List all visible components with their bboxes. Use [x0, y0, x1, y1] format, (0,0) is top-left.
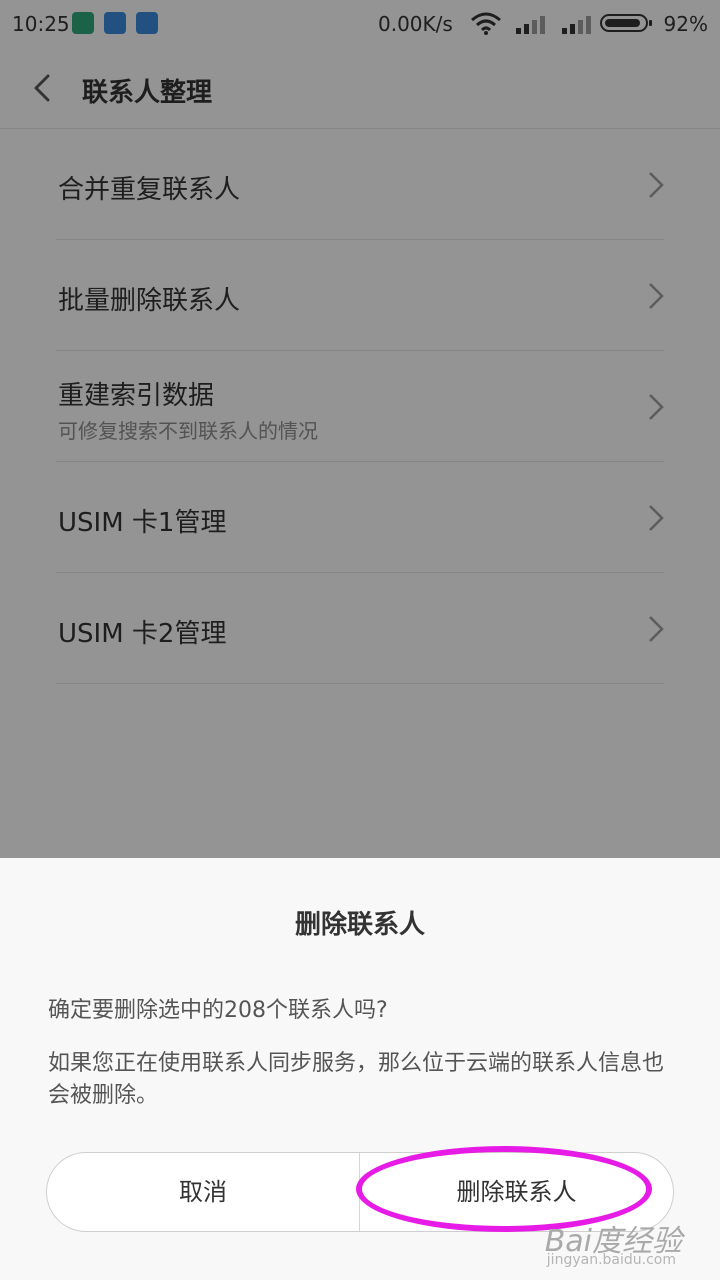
watermark-url: jingyan.baidu.com [546, 1252, 676, 1268]
dialog-note: 如果您正在使用联系人同步服务，那么位于云端的联系人信息也会被删除。 [48, 1051, 665, 1108]
cancel-button[interactable]: 取消 [47, 1153, 359, 1231]
modal-overlay[interactable] [0, 0, 720, 858]
dialog-question: 确定要删除选中的208个联系人吗? [48, 998, 388, 1023]
dialog-title: 删除联系人 [294, 910, 425, 940]
